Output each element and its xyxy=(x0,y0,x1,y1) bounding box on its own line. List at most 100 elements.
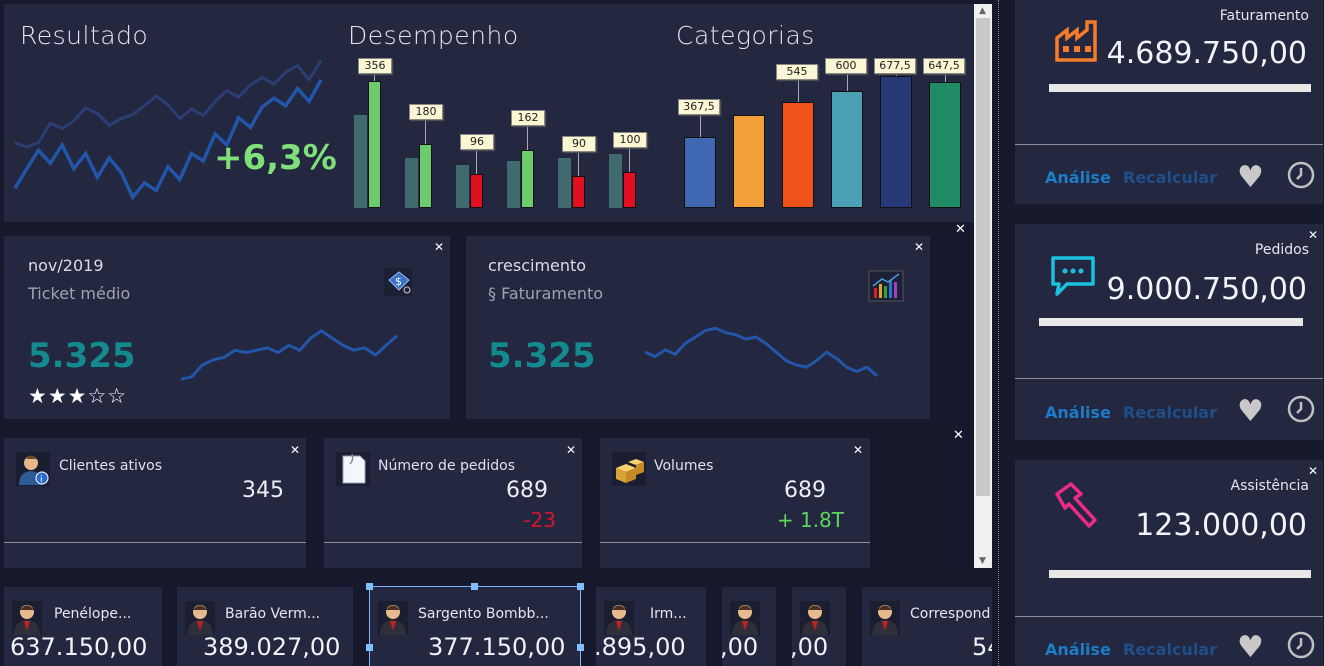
crescimento-card: crescimento § Faturamento 5.325 ✕ xyxy=(466,236,930,419)
resultado-title: Resultado xyxy=(20,21,149,50)
ticket-period: nov/2019 xyxy=(28,256,104,275)
categorias-bar xyxy=(782,102,814,208)
kpi-title: Clientes ativos xyxy=(59,458,162,474)
desempenho-bar-current xyxy=(572,175,585,208)
desempenho-title: Desempenho xyxy=(348,21,519,50)
ticket-rating-stars: ★★★☆☆ xyxy=(28,384,128,408)
heart-icon[interactable]: ♥ xyxy=(1237,394,1264,429)
categorias-label-leader xyxy=(847,72,848,92)
recalcular-button[interactable]: Recalcular xyxy=(1123,403,1217,422)
categorias-data-label: 367,5 xyxy=(678,98,720,115)
desempenho-data-label: 90 xyxy=(562,135,596,152)
money-tag-icon: $ xyxy=(382,266,414,298)
analise-button[interactable]: Análise xyxy=(1045,640,1111,659)
categorias-bar xyxy=(929,82,961,208)
close-icon[interactable]: ✕ xyxy=(914,240,924,254)
person-value: 54 xyxy=(972,633,992,661)
desempenho-bar-previous xyxy=(354,114,367,208)
desempenho-data-label: 100 xyxy=(613,132,647,149)
person-card[interactable]: ,00 xyxy=(722,587,776,666)
crescimento-value: 5.325 xyxy=(488,336,596,376)
divider xyxy=(1015,144,1323,145)
close-section-icon[interactable]: ✕ xyxy=(955,222,966,237)
hammer-icon xyxy=(1051,480,1101,530)
person-card[interactable]: Irm... .895,00 xyxy=(596,587,706,666)
person-value: .895,00 xyxy=(596,633,686,661)
top-charts-panel: Resultado Desempenho Categorias +6,3% 35… xyxy=(4,4,974,222)
analise-button[interactable]: Análise xyxy=(1045,403,1111,422)
person-value: 637.150,00 xyxy=(10,633,148,661)
clock-icon[interactable] xyxy=(1286,394,1316,424)
clock-icon[interactable] xyxy=(1286,630,1316,660)
splitter-handle[interactable] xyxy=(998,0,1001,666)
close-icon[interactable]: ✕ xyxy=(566,443,576,457)
divider xyxy=(1015,616,1323,617)
avatar-icon xyxy=(12,601,42,635)
sidebar-card-title: Pedidos xyxy=(1254,242,1309,258)
heart-icon[interactable]: ♥ xyxy=(1237,160,1264,195)
scroll-thumb[interactable] xyxy=(976,18,990,496)
resize-handle[interactable] xyxy=(577,583,584,590)
categorias-bar xyxy=(831,91,863,208)
vertical-scrollbar[interactable]: ▲ ▼ xyxy=(974,4,992,568)
close-icon[interactable]: ✕ xyxy=(1308,228,1318,242)
categorias-bar xyxy=(733,114,765,208)
close-icon[interactable]: ✕ xyxy=(290,443,300,457)
divider xyxy=(1015,378,1323,379)
ticket-card: nov/2019 Ticket médio 5.325 ★★★☆☆ $ ✕ xyxy=(4,236,450,419)
crescimento-sparkline-line xyxy=(644,326,878,377)
divider xyxy=(600,542,870,543)
document-icon xyxy=(336,452,370,486)
kpi-title: Volumes xyxy=(654,458,714,474)
resize-handle[interactable] xyxy=(366,583,373,590)
kpi-value: 345 xyxy=(242,478,284,503)
chat-bubble-icon xyxy=(1049,254,1099,298)
person-card[interactable]: ,00 xyxy=(792,587,846,666)
sidebar-card-progress xyxy=(1049,570,1311,578)
svg-text:$: $ xyxy=(395,275,402,288)
scroll-up-icon[interactable]: ▲ xyxy=(979,6,986,16)
resize-handle[interactable] xyxy=(366,644,373,651)
person-card-selected[interactable]: Sargento Bombb... 377.150,00 xyxy=(369,586,581,666)
heart-icon[interactable]: ♥ xyxy=(1237,630,1264,665)
categorias-data-label: 647,5 xyxy=(923,58,965,74)
categorias-label-leader xyxy=(700,112,701,137)
categorias-bar xyxy=(684,136,716,208)
desempenho-bar-previous xyxy=(405,157,418,208)
ticket-label: Ticket médio xyxy=(28,284,131,303)
person-card[interactable]: Barão Verm... 389.027,00 xyxy=(177,587,353,666)
person-name: Irm... xyxy=(650,606,687,622)
desempenho-bar-previous xyxy=(558,157,571,208)
person-value: 377.150,00 xyxy=(428,633,566,661)
desempenho-bar-current xyxy=(521,150,534,208)
recalcular-button[interactable]: Recalcular xyxy=(1123,640,1217,659)
analise-button[interactable]: Análise xyxy=(1045,168,1111,187)
sidebar-card-faturamento: Faturamento 4.689.750,00 Análise Recalcu… xyxy=(1015,0,1323,204)
ticket-sparkline xyxy=(180,328,398,381)
desempenho-data-label: 356 xyxy=(358,58,392,74)
crescimento-sparkline xyxy=(644,326,878,377)
close-icon[interactable]: ✕ xyxy=(1308,464,1318,478)
ticket-sparkline-line xyxy=(180,328,398,381)
crescimento-label: § Faturamento xyxy=(488,284,604,303)
close-icon[interactable]: ✕ xyxy=(853,443,863,457)
person-card[interactable]: Correspond 54 xyxy=(862,587,992,666)
desempenho-bar-previous xyxy=(456,165,469,208)
kpi-card-clientes: i Clientes ativos 345 ✕ xyxy=(4,438,306,568)
ticket-value: 5.325 xyxy=(28,336,136,376)
resize-handle[interactable] xyxy=(577,644,584,651)
close-section-icon[interactable]: ✕ xyxy=(953,428,964,443)
resize-handle[interactable] xyxy=(471,583,478,590)
desempenho-bar-previous xyxy=(507,161,520,208)
person-card[interactable]: Penélope... 637.150,00 xyxy=(4,587,162,666)
sidebar-card-value: 9.000.750,00 xyxy=(1106,272,1307,307)
desempenho-data-label: 162 xyxy=(511,110,545,127)
resultado-series-1 xyxy=(14,59,323,149)
close-icon[interactable]: ✕ xyxy=(434,240,444,254)
desempenho-data-label: 96 xyxy=(460,133,494,150)
recalcular-button[interactable]: Recalcular xyxy=(1123,168,1217,187)
desempenho-label-leader xyxy=(476,147,477,174)
boxes-icon xyxy=(612,452,646,486)
clock-icon[interactable] xyxy=(1286,160,1316,190)
scroll-down-icon[interactable]: ▼ xyxy=(979,556,986,566)
